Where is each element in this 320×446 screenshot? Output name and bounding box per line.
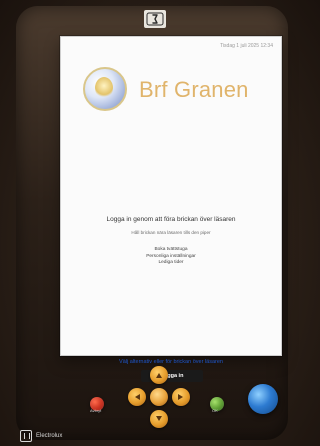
chevron-down-icon	[156, 416, 162, 424]
chevron-right-icon	[178, 394, 186, 400]
blue-knob[interactable]	[248, 384, 278, 414]
dpad-up-button[interactable]	[150, 366, 168, 384]
login-instruction: Logga in genom att föra brickan över läs…	[106, 216, 236, 223]
ok-label: OK	[212, 408, 218, 413]
electrolux-logo-icon	[144, 10, 166, 28]
choose-option-link[interactable]: Välj alternativ eller för brickan över l…	[69, 359, 273, 365]
dpad	[128, 366, 190, 428]
chevron-up-icon	[156, 370, 162, 378]
option-list: Boka tvättstuga Personliga inställningar…	[77, 247, 265, 267]
brand-footer-text: Electrolux	[36, 433, 63, 439]
electrolux-logo-icon	[20, 430, 32, 442]
option-available-times[interactable]: Lediga tider	[77, 260, 265, 267]
dpad-down-button[interactable]	[150, 410, 168, 428]
dpad-left-button[interactable]	[128, 388, 146, 406]
touch-screen: Tisdag 1 juli 2025 12:34 Brf Granen Logg…	[60, 36, 282, 382]
dpad-center-button[interactable]	[150, 388, 168, 406]
login-subinstruction: Håll brickan nära läsaren tills den pipe…	[131, 230, 211, 235]
chevron-left-icon	[132, 394, 140, 400]
dpad-right-button[interactable]	[172, 388, 190, 406]
navigation-controls	[90, 366, 224, 436]
brand-title: Brf Granen	[139, 77, 249, 102]
association-logo	[83, 67, 127, 111]
cancel-label: Avbryt	[90, 408, 102, 413]
device-brand: Electrolux	[20, 430, 110, 442]
timestamp: Tisdag 1 juli 2025 12:34	[220, 43, 273, 49]
